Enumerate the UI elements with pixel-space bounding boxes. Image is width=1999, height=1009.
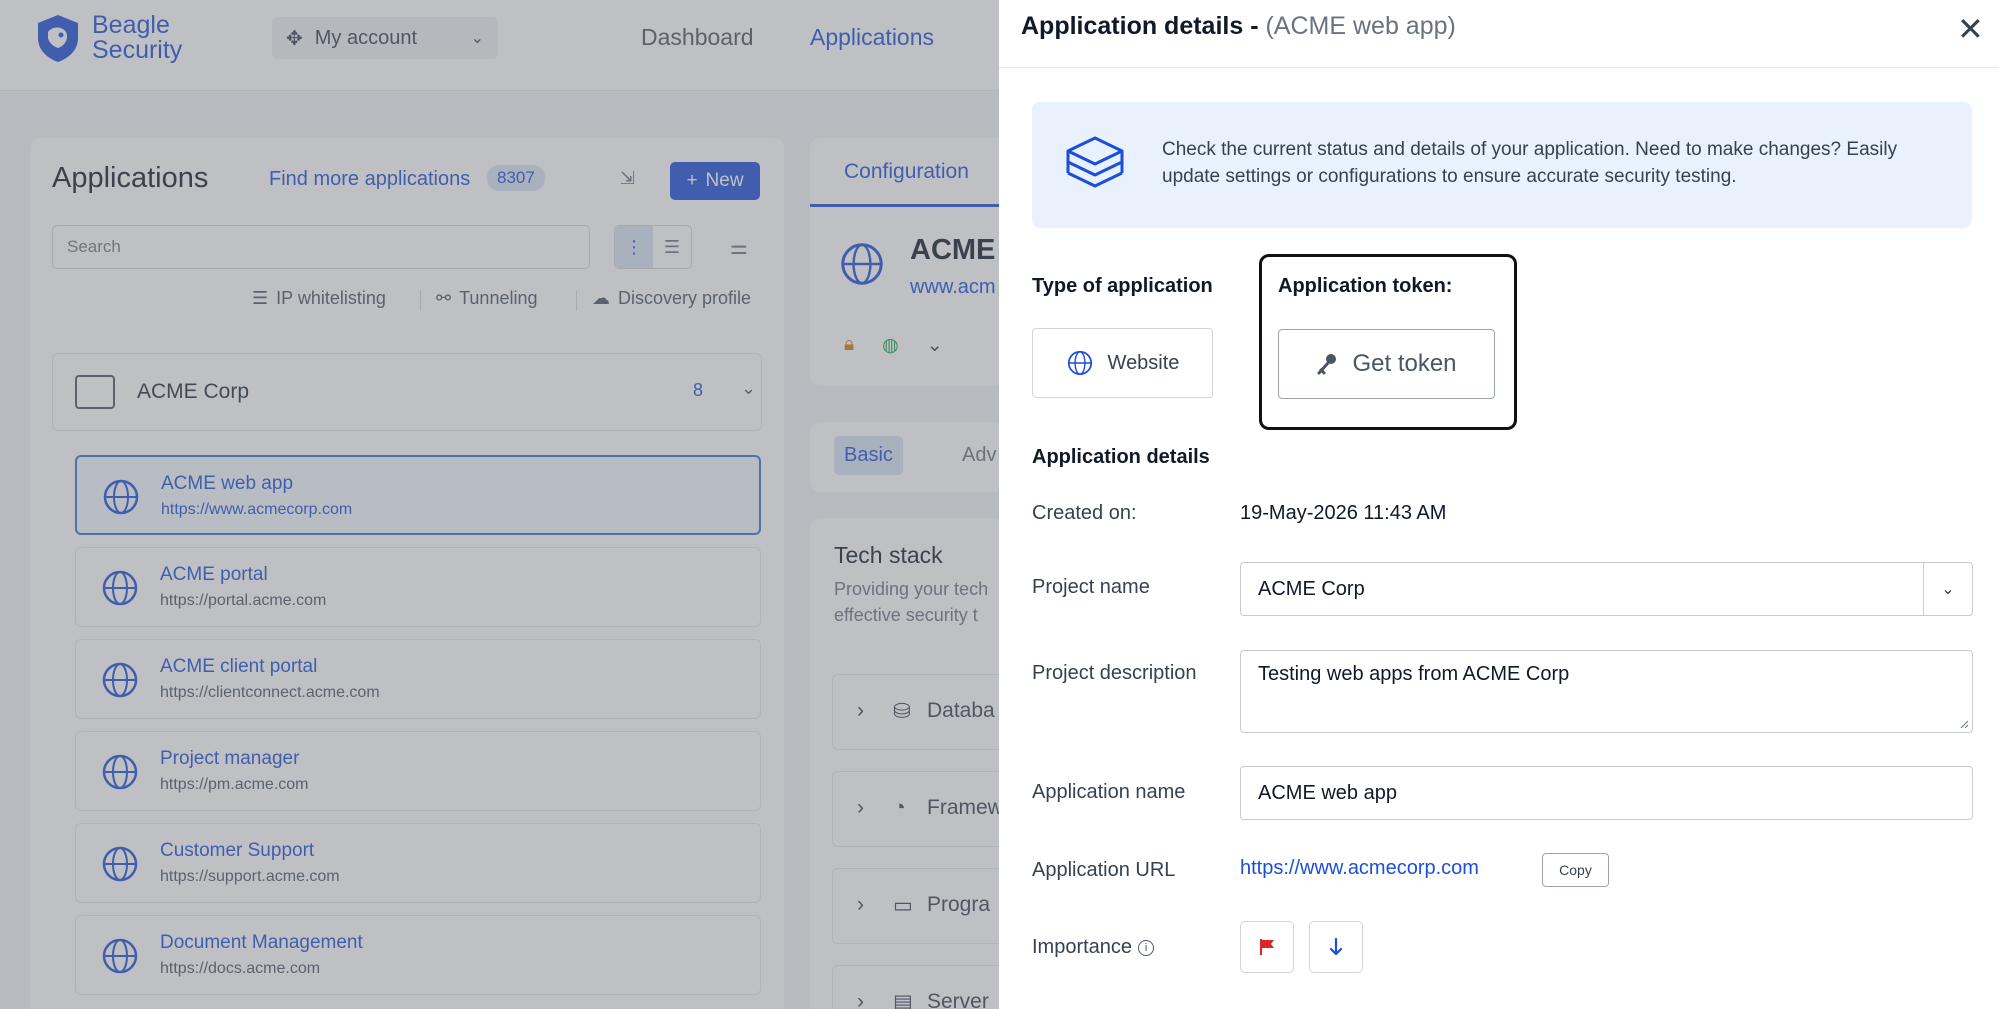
application-name-label: Application name [1032,781,1186,803]
drawer-title: Application details - (ACME web app) [1021,12,1456,41]
application-name-value: ACME web app [1258,781,1397,804]
created-on-label: Created on: [1032,502,1137,524]
type-of-application-label: Type of application [1032,275,1213,297]
project-name-value: ACME Corp [1258,577,1365,600]
project-name-label: Project name [1032,576,1150,598]
get-token-label: Get token [1352,350,1457,377]
drawer-header: Application details - (ACME web app) ✕ [999,0,1999,68]
application-url-label: Application URL [1032,859,1176,881]
importance-label-text: Importance [1032,936,1133,958]
close-icon[interactable]: ✕ [1957,10,1984,48]
info-icon[interactable]: i [1138,939,1155,956]
low-priority-button[interactable] [1309,921,1363,973]
application-details-drawer: Application details - (ACME web app) ✕ C… [999,0,1999,1009]
get-token-button[interactable]: Get token [1278,329,1495,399]
chevron-down-icon[interactable]: ⌄ [1923,563,1972,615]
website-type-button[interactable]: Website [1032,328,1213,398]
project-description-value: Testing web apps from ACME Corp [1258,663,1570,685]
project-description-textarea[interactable]: Testing web apps from ACME Corp [1240,650,1973,733]
arrow-down-icon [1329,937,1343,956]
application-url-link[interactable]: https://www.acmecorp.com [1240,857,1479,880]
drawer-title-app: (ACME web app) [1265,12,1456,40]
website-type-label: Website [1107,351,1180,374]
application-name-input[interactable]: ACME web app [1240,766,1973,820]
project-description-label: Project description [1032,662,1197,684]
importance-label: Importance i [1032,936,1155,959]
info-banner-text: Check the current status and details of … [1162,139,1898,187]
application-token-section: Application token: Get token [1259,254,1517,430]
globe-icon [1067,350,1092,376]
created-on-value: 19-May-2026 11:43 AM [1240,502,1447,524]
flag-button[interactable] [1240,921,1294,973]
copy-url-button[interactable]: Copy [1542,853,1609,887]
application-details-heading: Application details [1032,446,1210,468]
resize-handle-icon[interactable] [1959,719,1969,729]
info-banner: Check the current status and details of … [1032,102,1972,228]
application-token-label: Application token: [1278,275,1453,297]
project-name-select[interactable]: ACME Corp ⌄ [1240,562,1973,616]
flag-icon [1260,939,1274,955]
drawer-title-main: Application details - [1021,12,1266,40]
key-icon [1317,354,1337,375]
modal-overlay[interactable] [0,0,999,1009]
layers-icon [1066,136,1124,188]
